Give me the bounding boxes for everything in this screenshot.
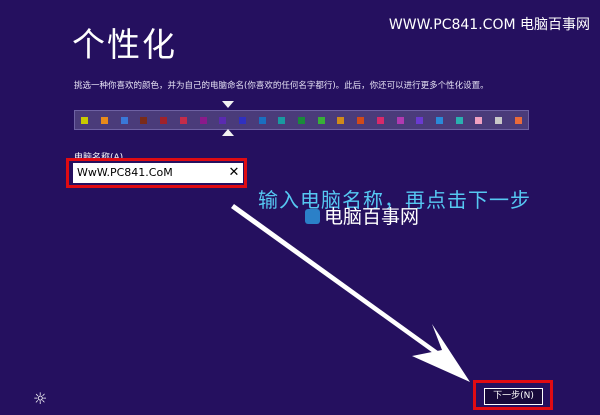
ease-of-access-icon[interactable]: ☼ [33,389,47,408]
arrow-head-icon [412,324,470,382]
arrow-shaft [231,204,442,358]
next-button[interactable]: 下一步(N) [484,388,543,405]
annotation-arrow [231,204,470,382]
